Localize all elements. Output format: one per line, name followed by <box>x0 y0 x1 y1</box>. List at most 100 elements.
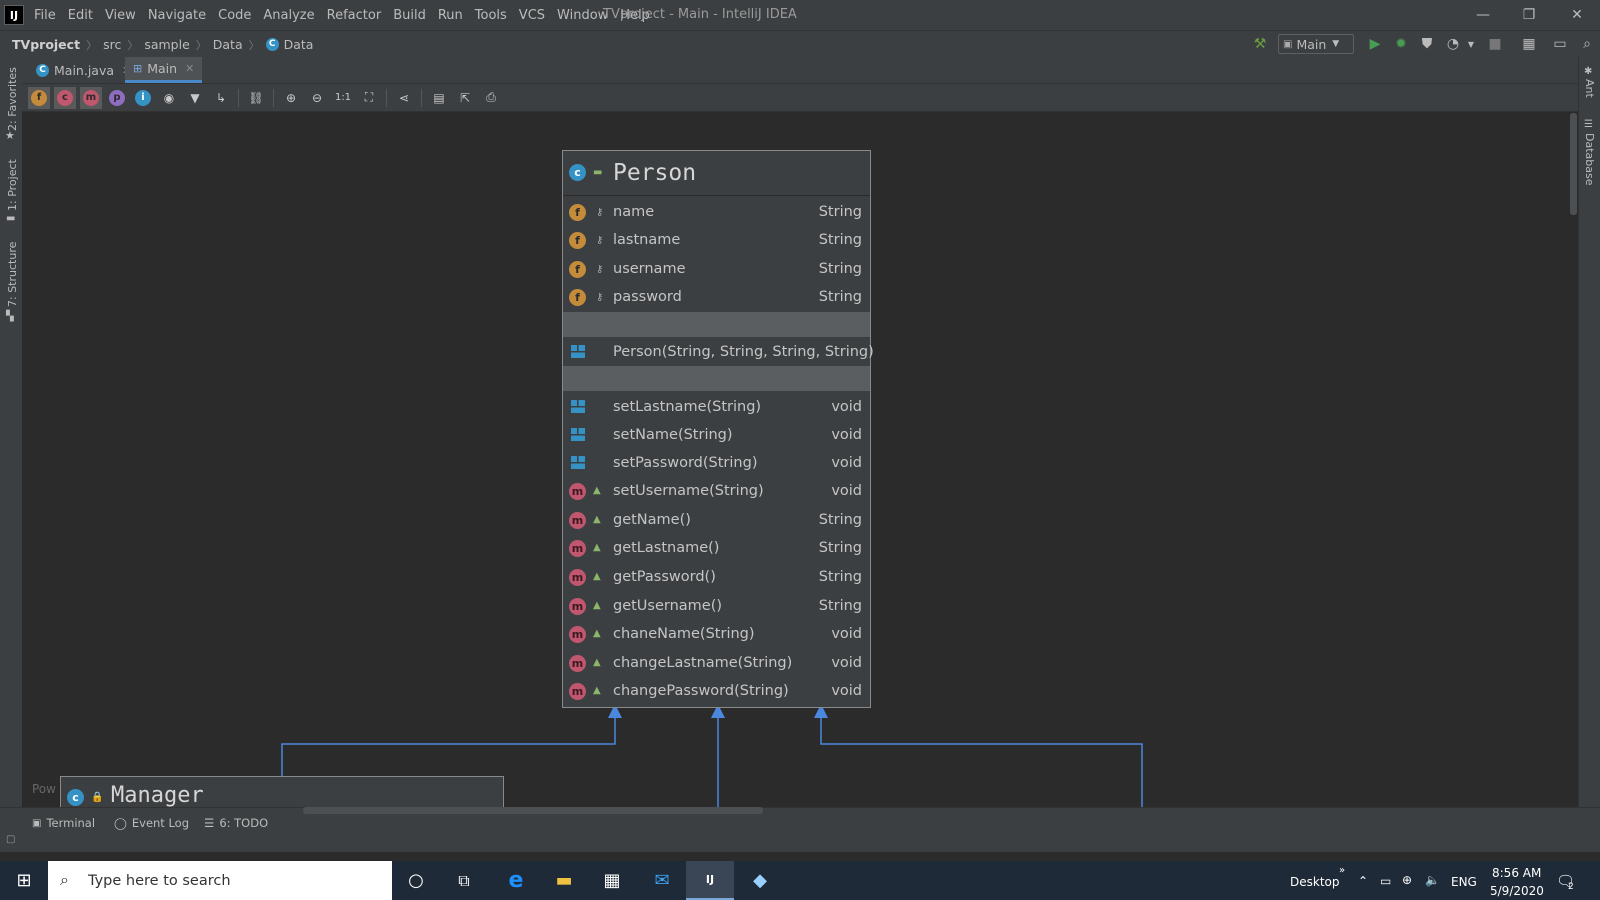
terminal-tool-button[interactable]: ▣ Terminal <box>32 816 95 830</box>
print-icon[interactable]: ⎙ <box>480 87 502 109</box>
menu-vcs[interactable]: VCS <box>519 8 545 23</box>
visibility-icon[interactable]: ◉ <box>158 87 180 109</box>
presentation-mode-icon[interactable]: ▭ <box>1549 33 1571 55</box>
toggle-tool-windows-icon[interactable]: ▢ <box>6 834 15 845</box>
coverage-icon[interactable]: ⛊ <box>1416 33 1438 55</box>
edge-browser-icon[interactable]: e <box>492 861 540 900</box>
language-indicator[interactable]: ENG <box>1451 875 1477 889</box>
menu-window[interactable]: Window <box>557 8 608 23</box>
zoom-in-icon[interactable]: ⊕ <box>280 87 302 109</box>
properties-icon[interactable]: p <box>106 87 128 109</box>
project-structure-icon[interactable]: ▦ <box>1518 33 1540 55</box>
zoom-out-icon[interactable]: ⊖ <box>306 87 328 109</box>
run-icon[interactable]: ▶ <box>1364 33 1386 55</box>
breadcrumb-project[interactable]: TVproject <box>12 37 80 52</box>
person-class-box[interactable]: c ▬ Person f ⚷ name String f ⚷ lastname St… <box>562 150 874 708</box>
network-icon[interactable]: ⊕ <box>1402 873 1412 887</box>
windows-start-icon[interactable]: ⊞ <box>0 861 48 900</box>
method-type: void <box>831 626 862 642</box>
method-row[interactable]: m ▲ changeLastname(String) void <box>563 649 870 677</box>
restore-button[interactable]: ❐ <box>1506 0 1552 30</box>
vertical-scrollbar[interactable] <box>1570 113 1577 215</box>
run-configuration-select[interactable]: ▣ Main ▼ <box>1278 34 1354 54</box>
volume-icon[interactable]: 🔈 <box>1425 873 1440 887</box>
dependencies-icon[interactable]: ↳ <box>210 87 232 109</box>
filter-icon[interactable]: ▼ <box>184 87 206 109</box>
menu-refactor[interactable]: Refactor <box>327 8 382 23</box>
breadcrumb-sample[interactable]: sample <box>144 37 189 52</box>
mail-icon[interactable]: ✉ <box>638 861 686 900</box>
breadcrumb-data-class[interactable]: Data <box>284 37 314 52</box>
method-row[interactable]: m ▲ setUsername(String) void <box>563 477 870 505</box>
ant-tool-button[interactable]: Ant <box>1583 79 1596 98</box>
fit-content-icon[interactable]: ⛶ <box>358 87 380 109</box>
taskbar-search-input[interactable]: ⌕ Type here to search <box>48 861 392 900</box>
intellij-taskbar-icon[interactable]: IJ <box>686 861 734 900</box>
battery-icon[interactable]: ▭ <box>1380 874 1391 888</box>
star-icon: ★ <box>5 129 15 142</box>
field-row[interactable]: f ⚷ username String <box>563 255 870 283</box>
clock-date[interactable]: 5/9/2020 <box>1490 884 1544 898</box>
close-icon[interactable]: ✕ <box>185 62 194 75</box>
favorites-tool-button[interactable]: 2: Favorites <box>6 67 19 131</box>
show-hidden-icons-icon[interactable]: ⌃ <box>1358 874 1368 888</box>
chevron-down-icon[interactable]: ▼ <box>1460 33 1482 55</box>
horizontal-scrollbar[interactable] <box>303 807 763 814</box>
actual-size-icon[interactable]: 1:1 <box>332 87 354 109</box>
build-hammer-icon[interactable]: ⚒ <box>1249 33 1271 55</box>
database-tool-button[interactable]: Database <box>1583 133 1596 186</box>
event-log-tool-button[interactable]: ◯ Event Log <box>114 816 189 830</box>
desktop-toolbar-label[interactable]: Desktop <box>1290 875 1340 889</box>
methods-icon[interactable]: m <box>80 86 102 109</box>
debug-icon[interactable]: ✹ <box>1390 33 1412 55</box>
constructors-icon[interactable]: c <box>54 86 76 109</box>
breadcrumb-src[interactable]: src <box>103 37 121 52</box>
method-row[interactable]: m ▲ getPassword() String <box>563 563 870 591</box>
link-icon[interactable]: ⛓ <box>245 87 267 109</box>
method-row[interactable]: m ▲ getLastname() String <box>563 534 870 562</box>
manager-class-box[interactable]: c 🔒 Manager <box>60 776 504 807</box>
double-chevron-icon[interactable]: » <box>1339 865 1345 876</box>
menu-edit[interactable]: Edit <box>68 8 93 23</box>
layout-icon[interactable]: ⋖ <box>393 87 415 109</box>
field-row[interactable]: f ⚷ name String <box>563 198 870 226</box>
structure-tool-button[interactable]: 7: Structure <box>6 242 19 307</box>
method-row[interactable]: setLastname(String) void <box>563 393 870 421</box>
export-icon[interactable]: ⇱ <box>454 87 476 109</box>
menu-tools[interactable]: Tools <box>475 8 507 23</box>
menu-run[interactable]: Run <box>438 8 463 23</box>
field-row[interactable]: f ⚷ lastname String <box>563 226 870 254</box>
todo-tool-button[interactable]: ☰ 6: TODO <box>204 816 268 830</box>
method-row[interactable]: setPassword(String) void <box>563 449 870 477</box>
fields-icon[interactable]: f <box>28 86 50 109</box>
field-row[interactable]: f ⚷ password String <box>563 283 870 311</box>
menu-view[interactable]: View <box>105 8 136 23</box>
method-row[interactable]: setName(String) void <box>563 421 870 449</box>
constructor-row[interactable]: Person(String, String, String, String) <box>563 338 874 366</box>
minimize-button[interactable]: — <box>1460 0 1506 30</box>
tab-main-diagram[interactable]: ⊞ Main ✕ <box>125 57 203 83</box>
file-explorer-icon[interactable]: ▬ <box>540 861 588 900</box>
cortana-icon[interactable]: ○ <box>392 861 440 900</box>
search-icon[interactable]: ⌕ <box>1576 33 1598 55</box>
clock-time[interactable]: 8:56 AM <box>1492 866 1541 880</box>
method-row[interactable]: m ▲ chaneName(String) void <box>563 620 870 648</box>
store-icon[interactable]: ▦ <box>588 861 636 900</box>
menu-file[interactable]: File <box>34 8 56 23</box>
save-icon[interactable]: ▤ <box>428 87 450 109</box>
method-row[interactable]: m ▲ changePassword(String) void <box>563 677 870 705</box>
close-button[interactable]: ✕ <box>1554 0 1600 30</box>
project-tool-button[interactable]: 1: Project <box>6 159 19 211</box>
method-row[interactable]: m ▲ getName() String <box>563 506 870 534</box>
inner-classes-icon[interactable]: i <box>132 87 154 109</box>
task-view-icon[interactable]: ⧉ <box>440 861 488 900</box>
scene-builder-icon[interactable]: ◆ <box>736 861 784 900</box>
menu-navigate[interactable]: Navigate <box>148 8 206 23</box>
breadcrumb-data-package[interactable]: Data <box>213 37 243 52</box>
menu-code[interactable]: Code <box>218 8 251 23</box>
stop-icon[interactable]: ■ <box>1484 33 1506 55</box>
tab-main-java[interactable]: C Main.java ✕ <box>28 57 139 83</box>
menu-build[interactable]: Build <box>393 8 426 23</box>
method-row[interactable]: m ▲ getUsername() String <box>563 592 870 620</box>
menu-analyze[interactable]: Analyze <box>263 8 314 23</box>
